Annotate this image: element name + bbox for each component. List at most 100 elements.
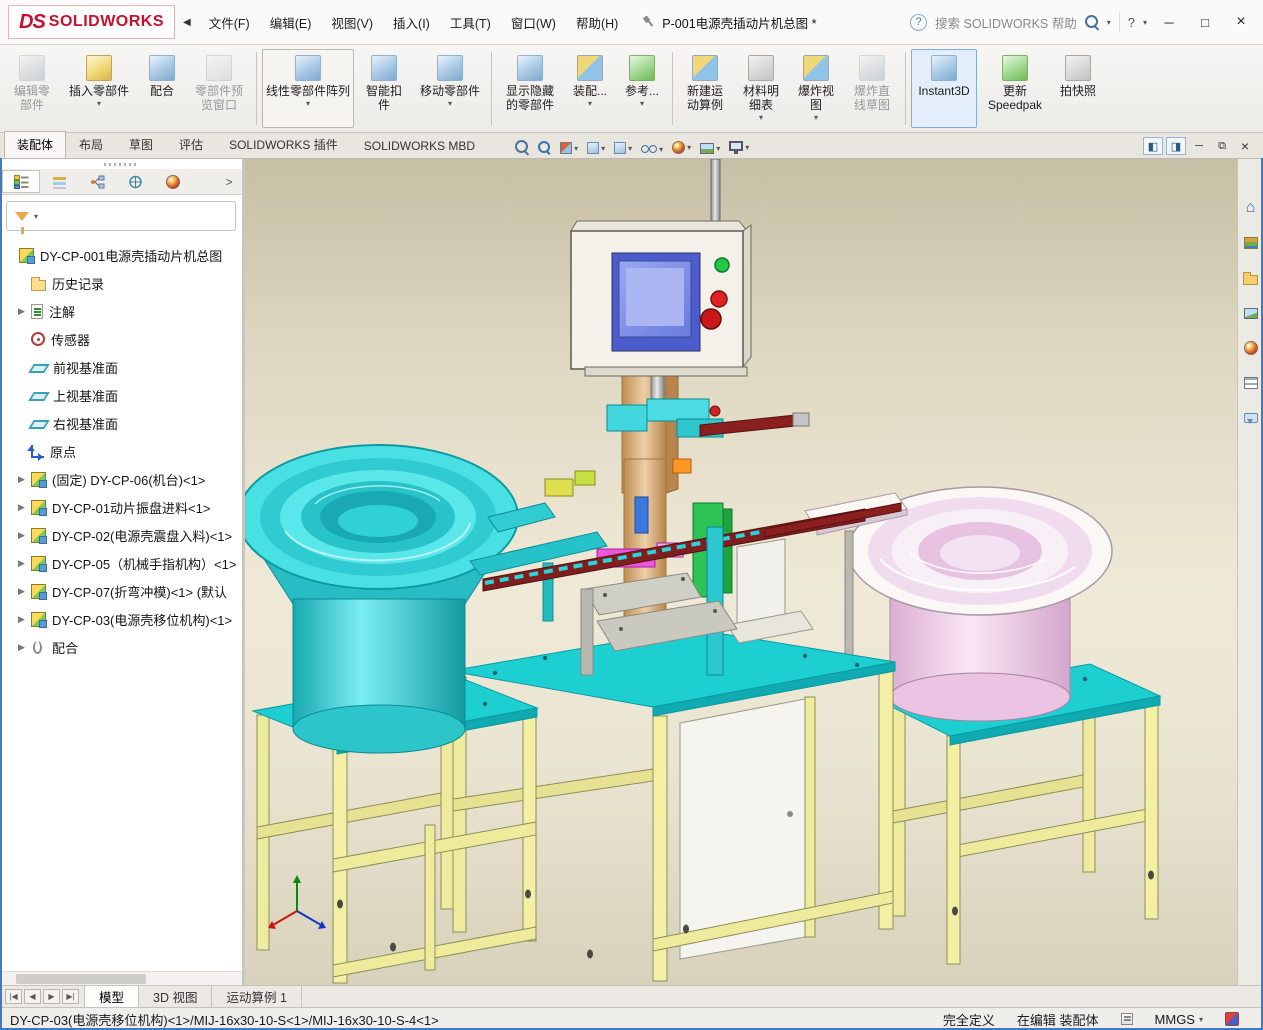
custom-properties-button[interactable] — [1241, 374, 1261, 392]
expand-arrow-icon[interactable]: ▶ — [18, 558, 31, 569]
expand-arrow-icon[interactable]: ▶ — [18, 306, 31, 317]
prev-tab-button[interactable]: ◀ — [24, 989, 41, 1004]
bill-of-materials-button[interactable]: 材料明细表 ▾ — [734, 49, 788, 128]
display-style-button[interactable]: ▾ — [611, 141, 635, 155]
tree-item-right-plane[interactable]: ▶ 右视基准面 — [0, 409, 242, 437]
tree-item-mates[interactable]: ▶ 配合 — [0, 633, 242, 661]
tab-sketch[interactable]: 草图 — [116, 131, 166, 158]
zoom-fit-button[interactable] — [512, 139, 532, 155]
exploded-view-button[interactable]: 爆炸视图 ▾ — [790, 49, 842, 128]
take-snapshot-button[interactable]: 拍快照 — [1053, 49, 1103, 128]
tab-sw-addins[interactable]: SOLIDWORKS 插件 — [216, 131, 351, 158]
tree-item-origin[interactable]: ▶ 原点 — [0, 437, 242, 465]
menu-file[interactable]: 文件(F) — [199, 7, 260, 38]
help-dropdown-icon[interactable]: ▾ — [1143, 18, 1147, 27]
center-machine-table[interactable] — [450, 629, 895, 981]
tab-featuremanager[interactable] — [2, 170, 40, 193]
mate-button[interactable]: 配合 — [139, 49, 185, 128]
first-tab-button[interactable]: |◀ — [5, 989, 22, 1004]
tree-item-sensors[interactable]: ▶ 传感器 — [0, 325, 242, 353]
zoom-area-button[interactable] — [535, 140, 554, 155]
view-palette-button[interactable] — [1241, 304, 1261, 322]
smart-fasteners-button[interactable]: 智能扣件 — [356, 49, 412, 128]
edit-appearance-button[interactable]: ▾ — [669, 140, 694, 155]
pin-menu-icon[interactable] — [639, 13, 657, 31]
menu-insert[interactable]: 插入(I) — [383, 7, 440, 38]
3d-model-scene[interactable] — [245, 159, 1237, 985]
menu-help[interactable]: 帮助(H) — [566, 7, 628, 38]
help-menu-button[interactable]: ? — [1128, 15, 1135, 30]
tab-dimxpertmanager[interactable] — [116, 170, 154, 193]
panel-expand-arrow[interactable]: > — [218, 170, 240, 193]
edit-component-button[interactable]: 编辑零部件 — [5, 49, 59, 128]
last-tab-button[interactable]: ▶| — [62, 989, 79, 1004]
forum-button[interactable] — [1241, 409, 1261, 427]
expand-arrow-icon[interactable]: ▶ — [18, 530, 31, 541]
tab-model[interactable]: 模型 — [85, 986, 139, 1007]
hide-show-items-button[interactable]: ▾ — [638, 144, 666, 155]
dropdown-icon[interactable]: ▾ — [97, 99, 101, 108]
dropdown-icon[interactable]: ▾ — [588, 99, 592, 108]
show-hidden-components-button[interactable]: 显示隐藏的零部件 — [497, 49, 563, 128]
move-component-button[interactable]: 移动零部件 ▾ — [414, 49, 486, 128]
appearances-button[interactable] — [1241, 339, 1261, 357]
panel-splitter-handle[interactable] — [0, 159, 242, 169]
graphics-area[interactable] — [245, 159, 1237, 985]
expand-arrow-icon[interactable]: ▶ — [18, 614, 31, 625]
emergency-stop-button[interactable] — [701, 309, 721, 329]
minimize-button[interactable]: ─ — [1155, 9, 1183, 35]
tree-item-component-dy-cp-07[interactable]: ▶ DY-CP-07(折弯冲模)<1> (默认 — [0, 577, 242, 605]
resources-home-button[interactable]: ⌂ — [1241, 199, 1261, 217]
doc-restore-button[interactable]: ⧉ — [1212, 137, 1232, 155]
new-motion-study-button[interactable]: 新建运动算例 — [678, 49, 732, 128]
control-panel[interactable] — [571, 159, 751, 376]
view-settings-button[interactable]: ▾ — [726, 140, 752, 155]
tab-assembly[interactable]: 装配体 — [4, 131, 66, 158]
tree-item-history[interactable]: ▶ 历史记录 — [0, 269, 242, 297]
stop-button[interactable] — [711, 291, 727, 307]
tab-displaymanager[interactable] — [154, 170, 192, 193]
dropdown-icon[interactable]: ▾ — [640, 99, 644, 108]
tab-layout[interactable]: 布局 — [66, 131, 116, 158]
update-speedpak-button[interactable]: 更新Speedpak — [979, 49, 1051, 128]
file-explorer-button[interactable] — [1241, 269, 1261, 287]
menu-window[interactable]: 窗口(W) — [501, 7, 566, 38]
apply-scene-button[interactable]: ▾ — [697, 142, 723, 155]
tab-3d-views[interactable]: 3D 视图 — [139, 986, 212, 1007]
reference-geometry-button[interactable]: 参考... ▾ — [617, 49, 667, 128]
filter-dropdown-icon[interactable]: ▾ — [34, 212, 38, 221]
dropdown-icon[interactable]: ▾ — [814, 113, 818, 122]
expand-arrow-icon[interactable]: ▶ — [18, 502, 31, 513]
doc-close-button[interactable]: × — [1235, 137, 1255, 155]
tab-motion-study-1[interactable]: 运动算例 1 — [212, 986, 301, 1007]
tree-item-component-dy-cp-01[interactable]: ▶ DY-CP-01动片振盘进料<1> — [0, 493, 242, 521]
tree-filter[interactable]: ▾ — [6, 201, 236, 231]
scrollbar-thumb[interactable] — [16, 974, 146, 984]
section-view-button[interactable]: ▾ — [557, 141, 581, 155]
search-input[interactable]: 搜索 SOLIDWORKS 帮助 — [935, 13, 1077, 32]
tile-right-button[interactable]: ◨ — [1166, 137, 1186, 155]
design-library-button[interactable] — [1241, 234, 1261, 252]
maximize-button[interactable]: □ — [1191, 9, 1219, 35]
dropdown-icon[interactable]: ▾ — [306, 99, 310, 108]
units-selector[interactable]: MMGS ▾ — [1155, 1012, 1203, 1027]
instant3d-button[interactable]: Instant3D — [911, 49, 977, 128]
dropdown-icon[interactable]: ▾ — [759, 113, 763, 122]
tree-item-top-plane[interactable]: ▶ 上视基准面 — [0, 381, 242, 409]
tree-item-component-dy-cp-05[interactable]: ▶ DY-CP-05（机械手指机构）<1> — [0, 549, 242, 577]
assembly-features-button[interactable]: 装配... ▾ — [565, 49, 615, 128]
status-tag-icon[interactable] — [1225, 1012, 1239, 1026]
expand-arrow-icon[interactable]: ▶ — [18, 642, 31, 653]
doc-minimize-button[interactable]: ─ — [1189, 137, 1209, 155]
panel-horizontal-scrollbar[interactable] — [0, 971, 242, 985]
dropdown-icon[interactable]: ▾ — [448, 99, 452, 108]
start-button[interactable] — [715, 258, 729, 272]
expand-arrow-icon[interactable]: ▶ — [18, 586, 31, 597]
explode-line-sketch-button[interactable]: 爆炸直线草图 — [844, 49, 900, 128]
menu-tools[interactable]: 工具(T) — [440, 7, 501, 38]
collapse-menu-icon[interactable]: ◀ — [183, 17, 191, 28]
tab-propertymanager[interactable] — [40, 170, 78, 193]
menu-edit[interactable]: 编辑(E) — [260, 7, 322, 38]
insert-component-button[interactable]: 插入零部件 ▾ — [61, 49, 137, 128]
tree-item-component-dy-cp-03[interactable]: ▶ DY-CP-03(电源壳移位机构)<1> — [0, 605, 242, 633]
